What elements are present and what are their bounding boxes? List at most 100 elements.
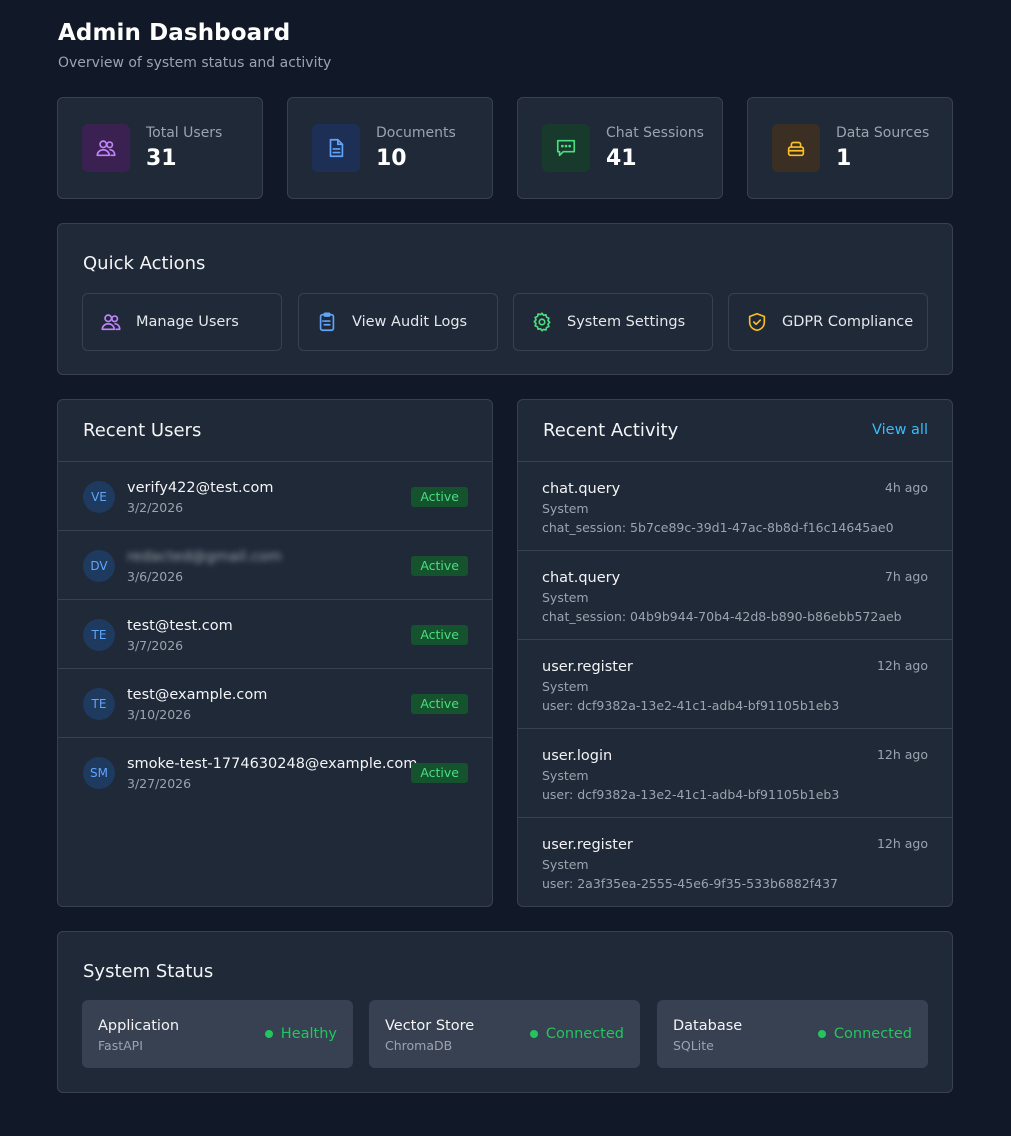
manage-users-button[interactable]: Manage Users: [82, 293, 282, 351]
user-email: redacted@gmail.com: [127, 549, 282, 565]
stat-label: Data Sources: [836, 125, 930, 141]
activity-action: user.register: [542, 837, 633, 853]
stat-card-total-users: Total Users 31: [57, 97, 263, 199]
status-sub: SQLite: [673, 1038, 714, 1053]
list-item[interactable]: user.register System user: dcf9382a-13e2-4…: [518, 640, 952, 729]
system-status-title: System Status: [83, 961, 214, 982]
page-title: Admin Dashboard: [58, 20, 291, 46]
activity-actor: System: [542, 857, 589, 872]
button-label: Manage Users: [136, 314, 239, 330]
avatar: SM: [83, 757, 115, 789]
recent-users-panel: Recent Users VE verify422@test.com 3/2/202…: [57, 399, 493, 907]
quick-actions-title: Quick Actions: [83, 253, 206, 274]
status-card: Vector Store ChromaDB Connected: [369, 1000, 640, 1068]
status-card: Database SQLite Connected: [657, 1000, 928, 1068]
status-sub: FastAPI: [98, 1038, 143, 1053]
recent-users-title: Recent Users: [83, 420, 202, 441]
stat-value: 1: [836, 146, 852, 171]
stat-label: Chat Sessions: [606, 125, 704, 141]
document-icon: [312, 124, 360, 172]
page-subtitle: Overview of system status and activity: [58, 55, 332, 71]
gear-icon: [533, 312, 551, 332]
list-item[interactable]: chat.query System chat_session: 5b7ce89c-3…: [518, 462, 952, 551]
activity-action: chat.query: [542, 570, 621, 586]
recent-users-list: VE verify422@test.com 3/2/2026 Active DV reda…: [58, 462, 492, 807]
quick-actions-panel: Quick Actions Manage Users View Audit Lo…: [57, 223, 953, 375]
table-row[interactable]: TE test@example.com 3/10/2026 Active: [58, 669, 492, 738]
stat-label: Documents: [376, 125, 456, 141]
table-row[interactable]: VE verify422@test.com 3/2/2026 Active: [58, 462, 492, 531]
list-item[interactable]: user.login System user: dcf9382a-13e2-41c1…: [518, 729, 952, 818]
table-row[interactable]: TE test@test.com 3/7/2026 Active: [58, 600, 492, 669]
user-date: 3/10/2026: [127, 707, 192, 722]
system-settings-button[interactable]: System Settings: [513, 293, 713, 351]
gdpr-compliance-button[interactable]: GDPR Compliance: [728, 293, 928, 351]
table-row[interactable]: SM smoke-test-1774630248@example.com 3/27/…: [58, 738, 492, 807]
table-row[interactable]: DV redacted@gmail.com 3/6/2026 Active: [58, 531, 492, 600]
status-badge: Active: [411, 694, 468, 714]
avatar: TE: [83, 619, 115, 651]
status-badge: Active: [411, 625, 468, 645]
activity-target: chat_session: 04b9b944-70b4-42d8-b890-b8…: [542, 609, 902, 624]
users-icon: [82, 124, 130, 172]
activity-actor: System: [542, 679, 589, 694]
stat-label: Total Users: [146, 125, 223, 141]
stat-value: 31: [146, 146, 177, 171]
status-name: Application: [98, 1018, 180, 1034]
view-audit-logs-button[interactable]: View Audit Logs: [298, 293, 498, 351]
user-email: verify422@test.com: [127, 480, 274, 496]
activity-target: user: dcf9382a-13e2-41c1-adb4-bf91105b1e…: [542, 698, 840, 713]
status-badge: Active: [411, 556, 468, 576]
system-status-panel: System Status Application FastAPI Healthy V…: [57, 931, 953, 1093]
recent-activity-panel: Recent Activity View all chat.query Syste…: [517, 399, 953, 907]
status-state: Connected: [817, 1026, 912, 1042]
activity-action: user.register: [542, 659, 633, 675]
user-date: 3/2/2026: [127, 500, 184, 515]
recent-activity-title: Recent Activity: [543, 420, 679, 441]
status-state-label: Connected: [545, 1026, 624, 1042]
stat-card-chat-sessions: Chat Sessions 41: [517, 97, 723, 199]
recent-users-header: Recent Users: [58, 400, 492, 462]
view-all-link[interactable]: View all: [872, 422, 928, 438]
avatar: DV: [83, 550, 115, 582]
stat-card-documents: Documents 10: [287, 97, 493, 199]
stat-card-data-sources: Data Sources 1: [747, 97, 953, 199]
status-state: Healthy: [264, 1026, 337, 1042]
recent-activity-header: Recent Activity View all: [518, 400, 952, 462]
status-badge: Active: [411, 763, 468, 783]
activity-time: 7h ago: [884, 569, 928, 584]
avatar: VE: [83, 481, 115, 513]
status-dot-icon: [817, 1030, 826, 1038]
recent-activity-list: chat.query System chat_session: 5b7ce89c-3…: [518, 462, 952, 906]
status-sub: ChromaDB: [385, 1038, 453, 1053]
activity-time: 12h ago: [876, 747, 928, 762]
stat-value: 41: [606, 146, 637, 171]
activity-actor: System: [542, 768, 589, 783]
status-state-label: Healthy: [280, 1026, 337, 1042]
status-dot-icon: [529, 1030, 538, 1038]
status-card: Application FastAPI Healthy: [82, 1000, 353, 1068]
stat-value: 10: [376, 146, 407, 171]
user-email: test@test.com: [127, 618, 233, 634]
activity-time: 4h ago: [884, 480, 928, 495]
user-date: 3/6/2026: [127, 569, 184, 584]
button-label: GDPR Compliance: [782, 314, 914, 330]
status-badge: Active: [411, 487, 468, 507]
list-item[interactable]: user.register System user: 2a3f35ea-2555-4…: [518, 818, 952, 906]
status-dot-icon: [264, 1030, 273, 1038]
activity-time: 12h ago: [876, 658, 928, 673]
status-name: Database: [673, 1018, 743, 1034]
activity-actor: System: [542, 590, 589, 605]
list-item[interactable]: chat.query System chat_session: 04b9b944-7…: [518, 551, 952, 640]
button-label: View Audit Logs: [352, 314, 468, 330]
shield-check-icon: [748, 312, 766, 332]
activity-target: chat_session: 5b7ce89c-39d1-47ac-8b8d-f1…: [542, 520, 894, 535]
activity-action: chat.query: [542, 481, 621, 497]
user-email: test@example.com: [127, 687, 268, 703]
users-icon: [101, 314, 121, 331]
admin-dashboard-page: Admin Dashboard Overview of system statu…: [0, 0, 1011, 1136]
user-date: 3/7/2026: [127, 638, 184, 653]
status-state-label: Connected: [833, 1026, 912, 1042]
activity-actor: System: [542, 501, 589, 516]
avatar: TE: [83, 688, 115, 720]
